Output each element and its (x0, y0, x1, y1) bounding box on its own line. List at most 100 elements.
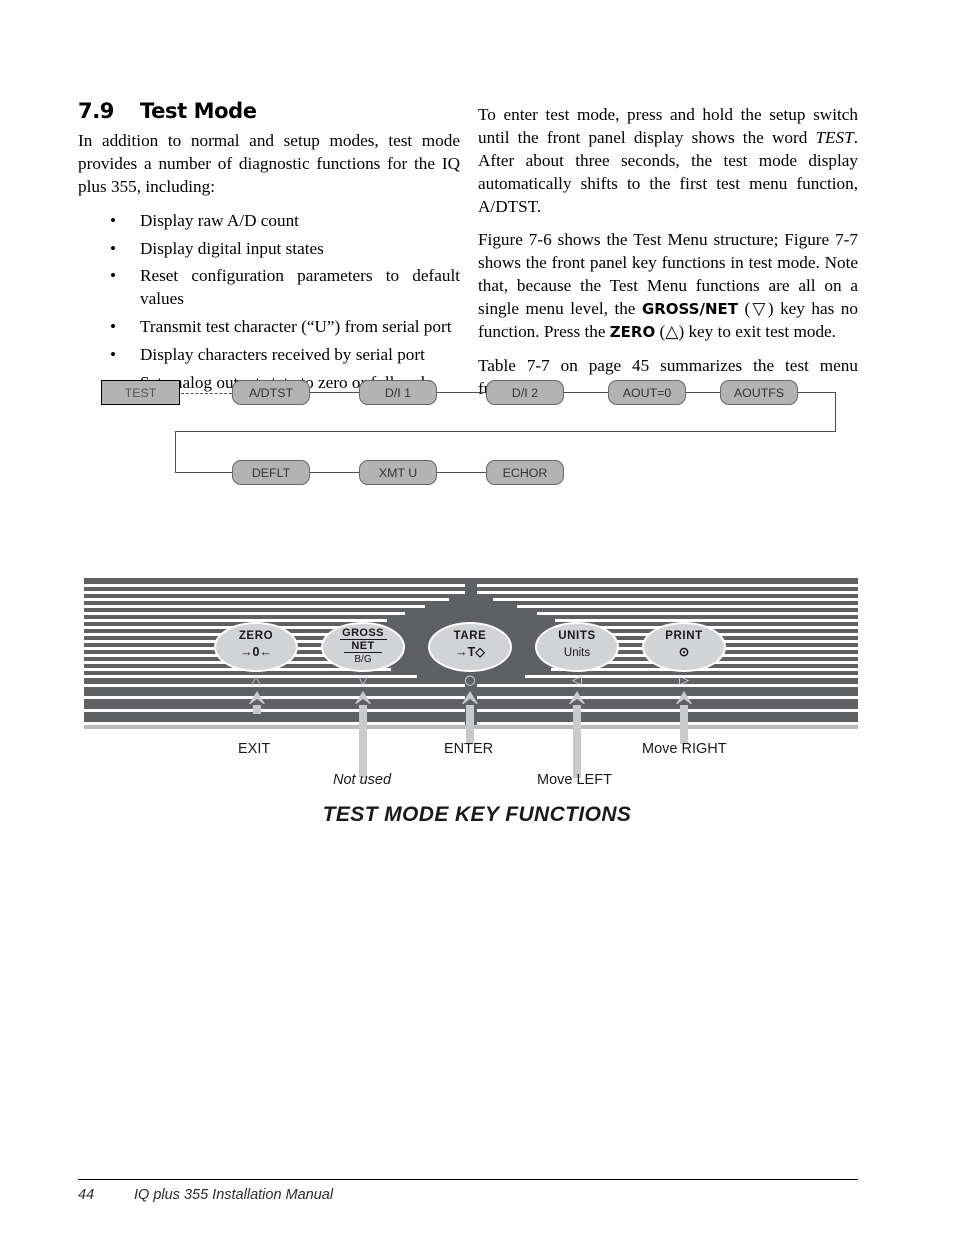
key-name-grossnet: GROSS/NET (641, 300, 738, 318)
print-icon: ⊙ (678, 645, 690, 659)
para1-italic-test: TEST (815, 127, 854, 147)
flow-connector (686, 392, 720, 394)
section-number: 7.9 (78, 99, 115, 123)
manual-name: IQ plus 355 Installation Manual (134, 1187, 334, 1203)
feature-list: Display raw A/D count Display digital in… (78, 210, 460, 395)
footer: 44 IQ plus 355 Installation Manual (78, 1187, 333, 1203)
list-item: Transmit test character (“U”) from seria… (78, 316, 460, 339)
page-number: 44 (78, 1187, 95, 1203)
panel-stripe (84, 612, 405, 615)
callout-label-enter: ENTER (444, 741, 494, 757)
panel-stripe (493, 598, 858, 601)
panel-stripe (569, 626, 858, 629)
panel-stripe (84, 696, 465, 699)
list-item: Reset configuration parameters to defaul… (78, 265, 460, 311)
flow-connector-wrap-bottom (175, 431, 835, 433)
flow-connector-wrap-left (175, 431, 177, 473)
flow-box-di2: D/I 2 (486, 380, 564, 405)
panel-stripe (537, 612, 858, 615)
flow-connector (437, 472, 486, 474)
paragraph-enter-test-mode: To enter test mode, press and hold the s… (478, 104, 858, 218)
panel-stripe (84, 619, 387, 622)
key-gross-label: GROSS (339, 628, 387, 640)
key-gross-net[interactable]: GROSS NET B/G (321, 622, 405, 672)
arrow-notch (462, 699, 478, 705)
section-title: Test Mode (140, 99, 257, 123)
triangle-down-icon: ▽ (358, 673, 368, 688)
key-bg-label: B/G (354, 654, 372, 665)
key-zero-label: ZERO (238, 630, 274, 642)
arrow-notch (249, 699, 265, 705)
flow-box-deflt: DEFLT (232, 460, 310, 485)
circle-icon: ○ (464, 673, 476, 688)
flow-connector (310, 472, 359, 474)
para2-part-c: (△) key to exit test mode. (655, 321, 836, 341)
key-units-sublabel: Units (563, 647, 591, 659)
flow-connector (310, 392, 359, 394)
panel-stripe (555, 619, 858, 622)
panel-stripe (84, 591, 465, 594)
zero-icon: →0← (240, 645, 272, 659)
tare-icon: →T◇ (455, 645, 485, 659)
flow-box-xmtu: XMT U (359, 460, 437, 485)
triangle-right-icon: ▷ (679, 673, 689, 688)
flow-connector-wrap-right (834, 392, 836, 432)
list-item: Display digital input states (78, 238, 460, 261)
key-units-label: UNITS (558, 630, 596, 642)
list-item: Display raw A/D count (78, 210, 460, 233)
panel-stripe (477, 709, 858, 712)
arrow-notch (676, 699, 692, 705)
callout-arrow-not-used (355, 691, 371, 778)
panel-stripe (84, 598, 449, 601)
callout-arrow-exit (249, 691, 265, 714)
section-intro: In addition to normal and setup modes, t… (78, 131, 460, 196)
flow-box-test: TEST (101, 380, 180, 405)
right-column: To enter test mode, press and hold the s… (478, 104, 858, 401)
panel-stripe (84, 605, 425, 608)
panel-stripe (477, 696, 858, 699)
page-title: 7.9 Test Mode (78, 99, 460, 123)
key-print[interactable]: PRINT ⊙ (642, 622, 726, 672)
key-net-label: NET (344, 640, 382, 653)
flow-connector-wrap-top (798, 392, 836, 394)
callout-label-not-used: Not used (333, 772, 392, 788)
callout-arrow-enter (462, 691, 478, 744)
key-tare-label: TARE (453, 630, 487, 642)
flow-connector (564, 392, 608, 394)
panel-stripe (477, 584, 858, 587)
key-tare[interactable]: TARE →T◇ (428, 622, 512, 672)
triangle-left-icon: ◁ (572, 673, 582, 688)
test-menu-flowchart: TEST A/DTST D/I 1 D/I 2 AOUT=0 AOUTFS DE… (84, 372, 870, 492)
left-column: 7.9 Test Mode In addition to normal and s… (78, 99, 460, 400)
flow-box-adtst: A/DTST (232, 380, 310, 405)
key-name-zero: ZERO (609, 322, 656, 341)
arrow-notch (355, 699, 371, 705)
panel-stripe (84, 684, 465, 687)
triangle-up-icon: △ (251, 673, 261, 688)
flow-connector (437, 392, 486, 394)
para1-part-a: To enter test mode, press and hold the s… (478, 105, 858, 147)
key-print-label: PRINT (665, 630, 703, 642)
flow-box-echor: ECHOR (486, 460, 564, 485)
callout-label-exit: EXIT (238, 741, 271, 757)
flow-box-aoutfs: AOUTFS (720, 380, 798, 405)
flow-connector-dashed (181, 393, 232, 394)
figure-title: TEST MODE KEY FUNCTIONS (322, 803, 632, 826)
footer-divider (78, 1179, 858, 1181)
panel-stripe (84, 584, 465, 587)
callout-label-move-right: Move RIGHT (642, 741, 727, 757)
panel-stripe (477, 684, 858, 687)
panel-stripe (517, 605, 858, 608)
panel-stripe (84, 709, 465, 712)
key-zero[interactable]: ZERO →0← (214, 622, 298, 672)
panel-stripe (477, 591, 858, 594)
paragraph-figure-refs: Figure 7-6 shows the Test Menu structure… (478, 229, 858, 343)
flow-box-di1: D/I 1 (359, 380, 437, 405)
list-item: Display characters received by serial po… (78, 344, 460, 367)
callout-arrow-move-right (676, 691, 692, 744)
key-units[interactable]: UNITS Units (535, 622, 619, 672)
arrow-notch (569, 699, 585, 705)
flow-box-aout0: AOUT=0 (608, 380, 686, 405)
flow-connector-wrap-in (175, 472, 232, 474)
callout-label-move-left: Move LEFT (537, 772, 612, 788)
